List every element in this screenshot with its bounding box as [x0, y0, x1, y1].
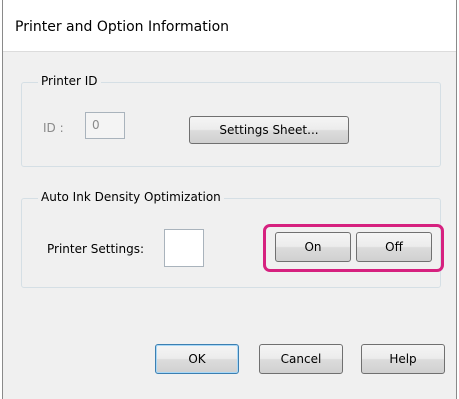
printer-id-legend: Printer ID	[38, 74, 101, 88]
cancel-label: Cancel	[280, 352, 322, 366]
auto-ink-legend: Auto Ink Density Optimization	[38, 190, 224, 204]
id-value: 0	[92, 118, 100, 132]
printer-settings-label: Printer Settings:	[47, 242, 144, 256]
window-title: Printer and Option Information	[15, 19, 230, 35]
on-label: On	[304, 240, 322, 254]
help-button[interactable]: Help	[361, 344, 445, 374]
off-button[interactable]: Off	[356, 232, 432, 262]
title-bar: Printer and Option Information	[3, 0, 456, 52]
on-button[interactable]: On	[275, 232, 351, 262]
printer-option-dialog: Printer and Option Information Printer I…	[2, 0, 457, 399]
off-label: Off	[385, 240, 403, 254]
id-label: ID :	[43, 121, 64, 135]
help-label: Help	[389, 352, 417, 366]
id-field: 0	[85, 112, 125, 139]
settings-sheet-button[interactable]: Settings Sheet...	[189, 116, 349, 144]
dialog-body: Printer ID ID : 0 Settings Sheet... Auto…	[3, 52, 456, 399]
cancel-button[interactable]: Cancel	[259, 344, 343, 374]
printer-settings-field	[164, 229, 204, 267]
settings-sheet-label: Settings Sheet...	[219, 123, 319, 137]
ok-button[interactable]: OK	[155, 344, 239, 374]
ok-label: OK	[188, 352, 206, 366]
